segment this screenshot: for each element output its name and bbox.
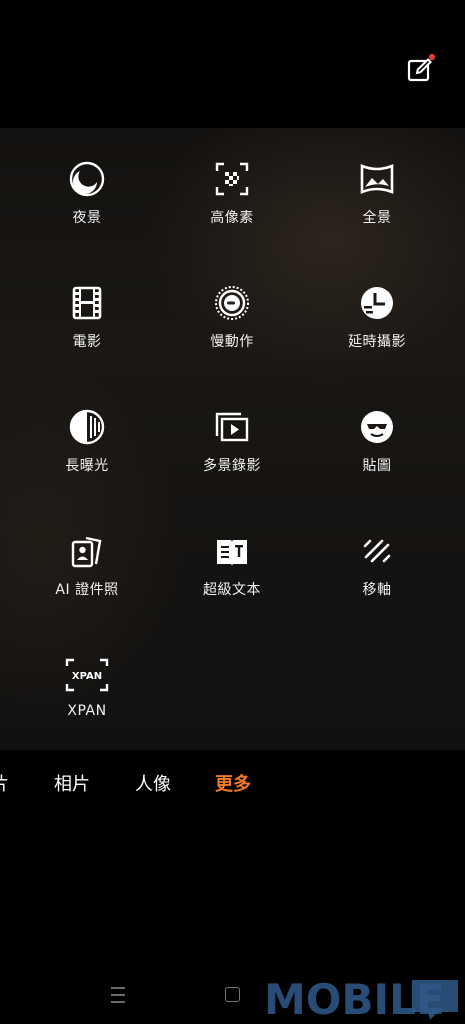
- film-icon: [72, 286, 102, 320]
- mode-id-photo[interactable]: AI 證件照: [22, 532, 152, 622]
- mode-label: 多景錄影: [203, 458, 261, 474]
- mode-film[interactable]: 電影: [22, 284, 152, 374]
- id-photo-icon: [71, 536, 102, 568]
- menu-icon[interactable]: [110, 986, 126, 1004]
- mode-time-lapse[interactable]: 延時攝影: [312, 284, 442, 374]
- mode-label: 高像素: [210, 210, 254, 226]
- svg-text:XPAN: XPAN: [72, 671, 102, 682]
- edit-icon: [407, 53, 436, 82]
- mode-label: 延時攝影: [348, 334, 406, 350]
- mode-label: 長曝光: [65, 458, 109, 474]
- watermark-logo: MOBILE: [264, 975, 458, 1022]
- mode-label: 電影: [72, 334, 102, 350]
- mode-sticker[interactable]: 貼圖: [312, 408, 442, 498]
- mode-long-exposure[interactable]: 長曝光: [22, 408, 152, 498]
- more-modes-panel: 夜景 高像素 全景 電影 慢動作 延時攝影 長曝光 多景錄影 貼圖 AI 證件照…: [0, 128, 465, 750]
- mode-high-pixel[interactable]: 高像素: [167, 160, 297, 250]
- tab-more[interactable]: 更多: [215, 770, 251, 796]
- mode-xpan[interactable]: XPAN XPAN: [22, 656, 152, 746]
- mode-label: AI 證件照: [55, 582, 119, 598]
- mode-label: 超級文本: [203, 582, 261, 598]
- camera-mode-tabs: 片 相片 人像 更多: [0, 770, 465, 810]
- mode-panorama[interactable]: 全景: [312, 160, 442, 250]
- mode-label: 貼圖: [362, 458, 392, 474]
- top-bar: [0, 0, 465, 128]
- time-lapse-icon: [361, 287, 393, 319]
- panorama-icon: [360, 164, 394, 194]
- multi-scene-video-icon: [215, 412, 249, 442]
- mode-label: 全景: [362, 210, 392, 226]
- mode-label: 夜景: [72, 210, 102, 226]
- mode-slow-motion[interactable]: 慢動作: [167, 284, 297, 374]
- home-icon[interactable]: [225, 987, 240, 1002]
- mode-label: 慢動作: [210, 334, 254, 350]
- xpan-icon: XPAN: [65, 658, 109, 692]
- long-exposure-icon: [69, 409, 105, 445]
- tilt-shift-icon: [363, 539, 391, 563]
- mode-label: 移軸: [362, 582, 392, 598]
- slow-motion-icon: [215, 286, 249, 320]
- svg-text:MOBILE: MOBILE: [264, 975, 445, 1022]
- high-pixel-icon: [215, 162, 249, 196]
- mode-night[interactable]: 夜景: [22, 160, 152, 250]
- mode-multi-scene-video[interactable]: 多景錄影: [167, 408, 297, 498]
- mode-label: XPAN: [67, 703, 107, 719]
- tab-partial[interactable]: 片: [0, 770, 9, 796]
- mode-tilt-shift[interactable]: 移軸: [312, 532, 442, 622]
- notification-dot: [428, 53, 436, 61]
- tab-photo[interactable]: 相片: [54, 770, 90, 796]
- edit-button[interactable]: [403, 52, 437, 86]
- super-text-icon: [217, 540, 247, 566]
- mode-super-text[interactable]: 超級文本: [167, 532, 297, 622]
- sticker-icon: [361, 411, 393, 443]
- tab-portrait[interactable]: 人像: [135, 770, 171, 796]
- night-icon: [69, 161, 105, 197]
